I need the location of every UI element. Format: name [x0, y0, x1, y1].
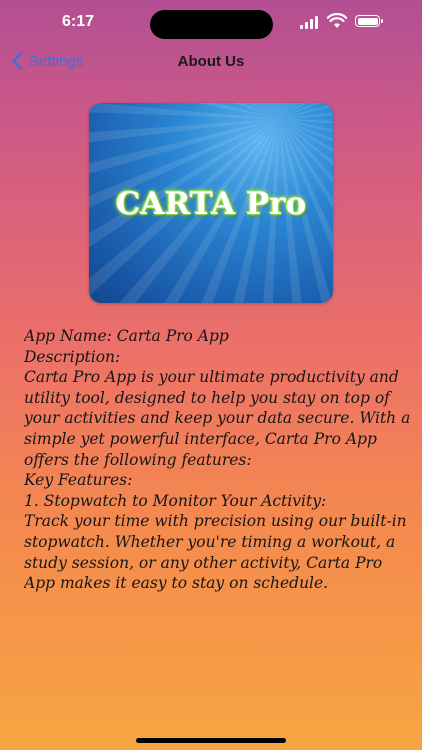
cellular-signal-icon: [300, 15, 320, 29]
home-indicator: [136, 738, 286, 743]
status-bar: 6:17: [0, 0, 422, 44]
wifi-icon: [327, 13, 347, 28]
description-text: Carta Pro App is your ultimate productiv…: [24, 368, 416, 469]
key-features-heading: Key Features:: [24, 471, 133, 490]
about-text: App Name: Carta Pro App Description: Car…: [24, 326, 416, 706]
dynamic-island: [150, 10, 273, 39]
app-logo: CARTA Pro: [89, 103, 333, 303]
app-name-line: App Name: Carta Pro App: [24, 327, 229, 345]
page-title: About Us: [177, 53, 245, 70]
logo-text: CARTA Pro: [115, 186, 307, 222]
description-heading: Description:: [24, 347, 121, 366]
feature-1-text: Track your time with precision using our…: [24, 512, 412, 593]
status-time: 6:17: [62, 13, 95, 30]
navigation-bar: Settings About Us: [0, 44, 422, 80]
feature-1-title: 1. Stopwatch to Monitor Your Activity:: [24, 491, 327, 510]
battery-icon: [355, 15, 383, 27]
